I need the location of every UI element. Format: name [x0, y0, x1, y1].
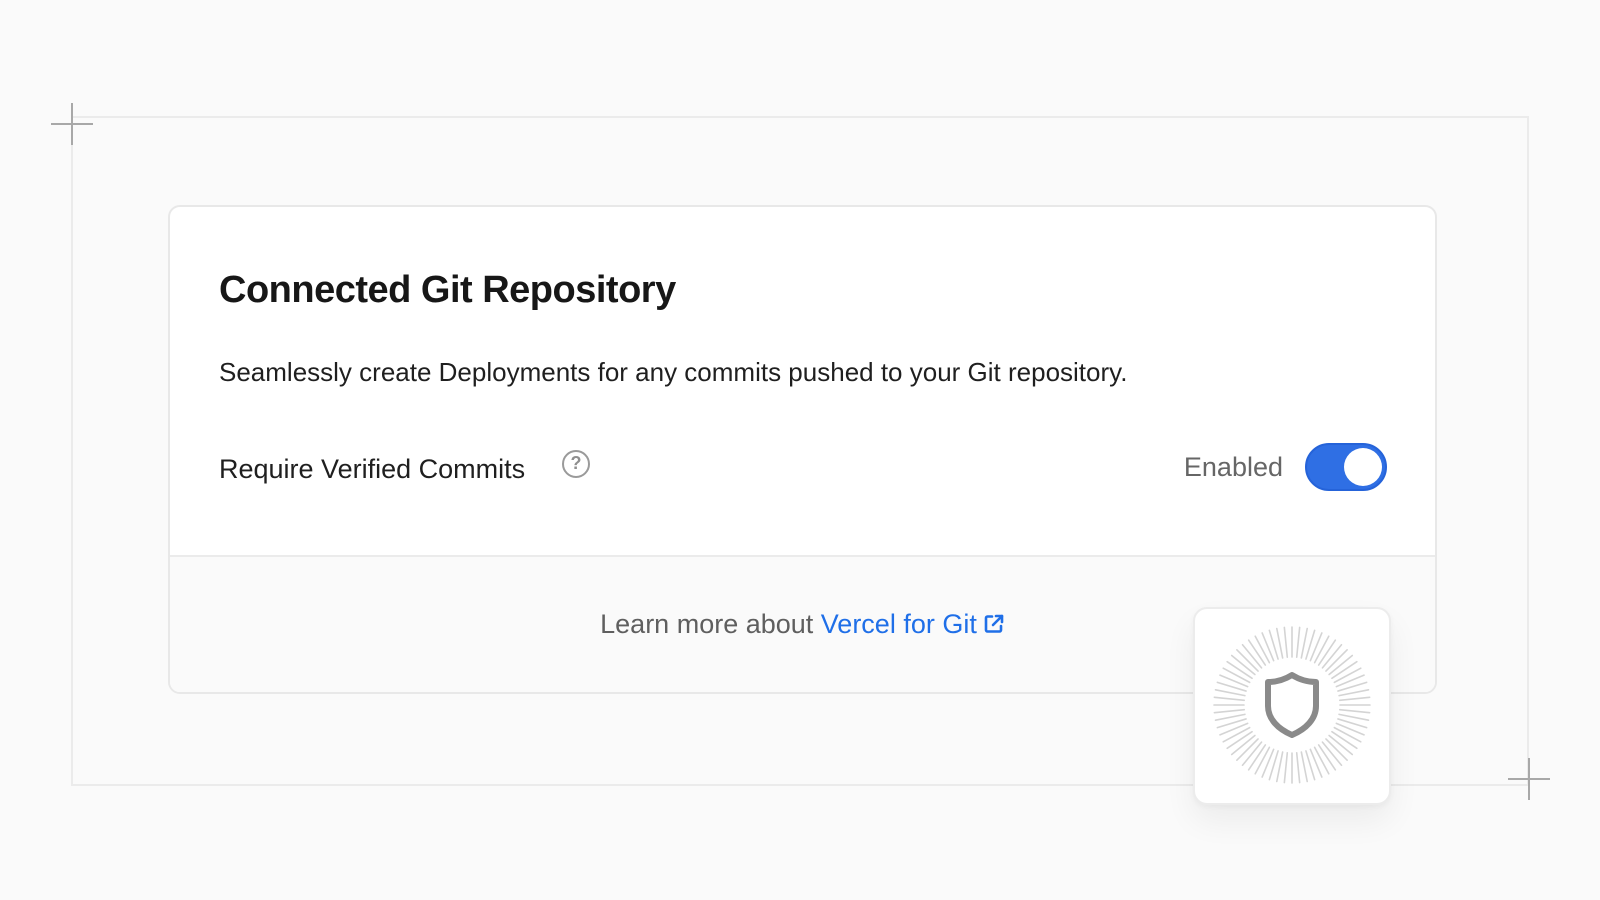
sunburst-ray — [1313, 635, 1330, 664]
vercel-for-git-link[interactable]: Vercel for Git — [821, 609, 1005, 639]
card-description: Seamlessly create Deployments for any co… — [219, 357, 1128, 387]
crosshair-bottom-right — [1508, 758, 1550, 800]
toggle-knob — [1344, 448, 1382, 486]
shield-burst-graphic — [1213, 626, 1371, 784]
sunburst-ray — [1295, 626, 1301, 659]
sunburst-ray — [1283, 626, 1289, 659]
sunburst-ray — [1222, 667, 1251, 684]
crosshair-top-left — [51, 103, 93, 145]
verified-commits-toggle[interactable] — [1305, 443, 1387, 491]
card-title: Connected Git Repository — [219, 269, 676, 311]
question-circle-icon[interactable]: ? — [562, 450, 590, 478]
sunburst-ray — [1275, 751, 1284, 783]
sunburst-ray — [1295, 751, 1301, 784]
sunburst-ray — [1338, 713, 1370, 722]
sunburst-ray — [1254, 635, 1271, 664]
sunburst-ray — [1283, 751, 1289, 784]
sunburst-ray — [1333, 726, 1362, 743]
sunburst-ray — [1254, 746, 1271, 775]
sunburst-ray — [1300, 751, 1309, 783]
sunburst-ray — [1222, 726, 1251, 743]
sunburst-ray — [1213, 708, 1246, 714]
status-text: Enabled — [1183, 452, 1283, 482]
sunburst-ray — [1338, 696, 1371, 702]
sunburst-ray — [1338, 688, 1370, 697]
link-text: Vercel for Git — [820, 609, 977, 639]
sunburst-ray — [1214, 713, 1246, 722]
sunburst-ray — [1275, 627, 1284, 659]
sunburst-ray — [1300, 627, 1309, 659]
setting-label: Require Verified Commits — [219, 454, 526, 484]
sunburst-ray — [1214, 688, 1246, 697]
learn-more-prefix: Learn more about — [600, 609, 821, 639]
verified-commits-setting: Require Verified Commits ? Enabled — [219, 443, 1387, 495]
sunburst-ray — [1313, 746, 1330, 775]
sunburst-ray — [1213, 696, 1246, 702]
sunburst-ray — [1333, 667, 1362, 684]
sunburst-ray — [1338, 708, 1371, 714]
shield-icon — [1265, 672, 1319, 738]
external-link-icon — [983, 611, 1005, 642]
card-body: Connected Git Repository Seamlessly crea… — [170, 207, 1435, 557]
shield-badge — [1193, 607, 1391, 805]
